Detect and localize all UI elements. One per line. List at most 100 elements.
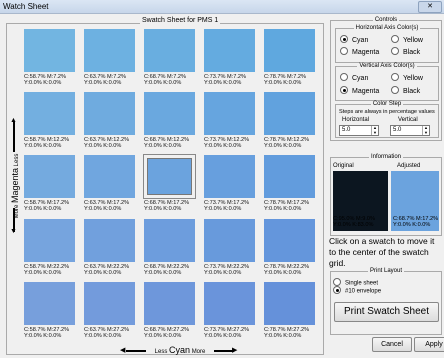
swatch[interactable] [24,282,75,325]
color-step-note: Steps are always in percentage values [339,109,435,115]
swatch[interactable] [264,155,315,198]
vertical-step-stepper[interactable]: 5.0 ▲ ▼ [390,125,430,136]
swatch[interactable] [144,92,195,135]
original-label: Original [333,163,354,169]
original-values: C:95.0% M:9.0% Y:0.0% K:83.0% [333,216,375,228]
radio-envelope[interactable]: #10 envelope [333,286,381,295]
swatch[interactable] [24,155,75,198]
horizontal-axis-name: Cyan [169,345,191,355]
swatch[interactable] [204,282,255,325]
swatch[interactable] [264,219,315,262]
swatch[interactable] [144,29,195,72]
swatch[interactable] [204,155,255,198]
swatch[interactable] [24,219,75,262]
swatch-cell: C:63.7% M:7.2% Y:0.0% K:0.0% [84,29,135,87]
original-line2: Y:0.0% K:83.0% [333,222,374,228]
horizontal-step-value[interactable]: 5.0 [342,127,350,133]
vertical-axis-group: Vertical Axis Color(s) Cyan Yellow Magen… [335,63,439,101]
h-radio-yellow[interactable]: Yellow [391,35,423,44]
swatch[interactable] [143,154,196,199]
stepper-arrows-icon[interactable]: ▲ ▼ [371,125,378,135]
swatch-cell: C:73.7% M:7.2% Y:0.0% K:0.0% [204,29,255,87]
swatch[interactable] [144,219,195,262]
radio-single-sheet[interactable]: Single sheet [333,278,378,287]
swatch-cell: C:63.7% M:27.2% Y:0.0% K:0.0% [84,282,135,340]
h-magenta-dot[interactable] [340,47,348,55]
v-radio-magenta[interactable]: Magenta [340,86,379,95]
swatch-cell: C:73.7% M:17.2% Y:0.0% K:0.0% [204,155,255,213]
h-radio-magenta[interactable]: Magenta [340,47,379,56]
swatch-cell: C:58.7% M:22.2% Y:0.0% K:0.0% [24,219,75,277]
swatch[interactable] [264,29,315,72]
envelope-dot[interactable] [333,286,341,294]
v-radio-yellow[interactable]: Yellow [391,73,423,82]
print-layout-title: Print Layout [367,268,405,274]
horizontal-axis-label: ◀ Less Cyan More ▶ [120,345,240,355]
swatch-yk-label: Y:0.0% K:0.0% [264,143,302,149]
swatch-cell: C:68.7% M:7.2% Y:0.0% K:0.0% [144,29,195,87]
swatch[interactable] [24,29,75,72]
swatch[interactable] [24,92,75,135]
stepper-arrows-icon[interactable]: ▲ ▼ [422,125,429,135]
h-cyan-dot[interactable] [340,35,348,43]
vertical-axis-less: Less [14,153,20,167]
swatch[interactable] [204,92,255,135]
v-black-dot[interactable] [391,86,399,94]
controls-title: Controls [372,17,400,23]
swatch-cell: C:63.7% M:17.2% Y:0.0% K:0.0% [84,155,135,213]
swatch[interactable] [204,219,255,262]
h-black-dot[interactable] [391,47,399,55]
h-radio-black[interactable]: Black [391,47,420,56]
close-icon[interactable]: ✕ [418,1,442,13]
color-step-group: Color Step Steps are always in percentag… [335,101,439,138]
print-swatch-sheet-button[interactable]: Print Swatch Sheet [334,302,439,322]
swatch-cell: C:68.7% M:12.2% Y:0.0% K:0.0% [144,92,195,150]
swatch-cell: C:73.7% M:12.2% Y:0.0% K:0.0% [204,92,255,150]
swatch-cell: C:58.7% M:27.2% Y:0.0% K:0.0% [24,282,75,340]
swatch[interactable] [84,155,135,198]
swatch-cell: C:58.7% M:7.2% Y:0.0% K:0.0% [24,29,75,87]
swatch-cell: C:78.7% M:22.2% Y:0.0% K:0.0% [264,219,315,277]
swatch-cell: C:73.7% M:27.2% Y:0.0% K:0.0% [204,282,255,340]
swatch[interactable] [84,92,135,135]
swatch-cell: C:58.7% M:12.2% Y:0.0% K:0.0% [24,92,75,150]
v-magenta-dot[interactable] [340,86,348,94]
swatch[interactable] [264,282,315,325]
swatch[interactable] [264,92,315,135]
swatch-cell: C:68.7% M:17.2% Y:0.0% K:0.0% [143,154,196,213]
horizontal-step-stepper[interactable]: 5.0 ▲ ▼ [339,125,379,136]
color-step-horizontal-label: Horizontal [342,117,370,123]
horizontal-axis-title: Horizontal Axis Color(s) [353,25,421,31]
right-arrow [214,350,234,352]
swatch[interactable] [84,219,135,262]
v-yellow-dot[interactable] [391,73,399,81]
v-cyan-dot[interactable] [340,73,348,81]
right-arrow-icon: ▶ [232,347,238,354]
h-yellow-dot[interactable] [391,35,399,43]
v-radio-cyan[interactable]: Cyan [340,73,368,82]
v-radio-black[interactable]: Black [391,86,420,95]
info-hint: Click on a swatch to move it to the cent… [329,236,435,268]
h-radio-cyan[interactable]: Cyan [340,35,368,44]
single-sheet-dot[interactable] [333,278,341,286]
vertical-axis-label: ▲ More Magenta Less ▼ [8,117,22,244]
horizontal-axis-more: More [191,349,206,355]
apply-button[interactable]: Apply [414,337,444,352]
swatch[interactable] [204,29,255,72]
information-title: Information [368,154,403,160]
vertical-axis-title: Vertical Axis Color(s) [357,63,417,69]
up-arrow-icon: ▲ [10,117,17,124]
swatch-cell: C:68.7% M:27.2% Y:0.0% K:0.0% [144,282,195,340]
down-arrow-icon: ▼ [10,228,17,235]
horizontal-axis-less: Less [154,349,168,355]
swatch[interactable] [84,282,135,325]
swatch-cell: C:63.7% M:22.2% Y:0.0% K:0.0% [84,219,135,277]
swatch[interactable] [84,29,135,72]
vertical-step-value[interactable]: 5.0 [393,127,401,133]
cancel-button[interactable]: Cancel [372,337,412,352]
swatch-cell: C:73.7% M:22.2% Y:0.0% K:0.0% [204,219,255,277]
information-group: Information Original Adjusted C:95.0% M:… [330,154,442,236]
horizontal-axis-group: Horizontal Axis Color(s) Cyan Yellow Mag… [335,25,439,63]
swatch[interactable] [144,282,195,325]
adjusted-values: C:68.7% M:17.2% Y:0.0% K:0.0% [393,216,438,228]
